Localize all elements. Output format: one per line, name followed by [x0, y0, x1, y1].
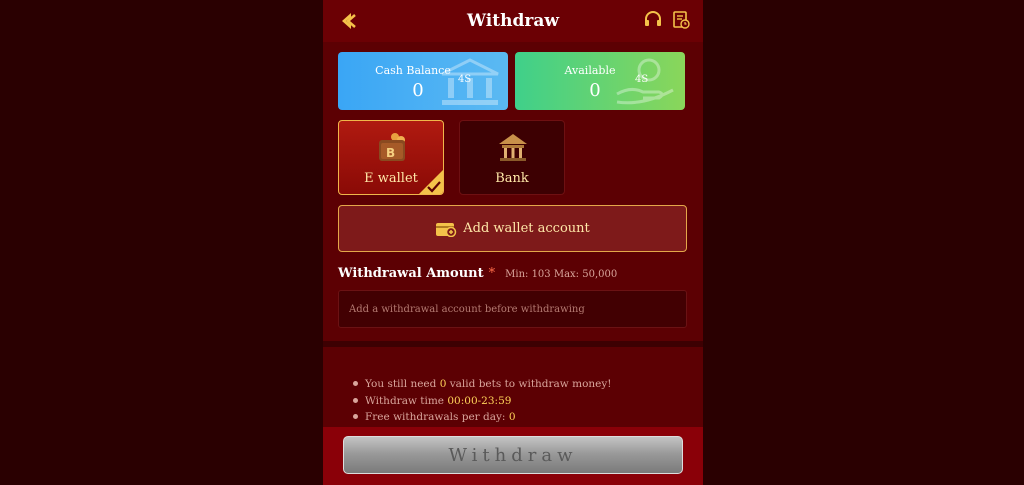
check-icon: [427, 181, 441, 193]
note-text: valid bets to withdraw money!: [446, 378, 612, 390]
withdraw-notes: You still need 0 valid bets to withdraw …: [353, 378, 612, 428]
cash-balance-value: 0: [412, 80, 424, 101]
withdraw-button[interactable]: Withdraw: [343, 436, 683, 474]
section-divider: [323, 341, 703, 347]
withdrawal-amount-label: Withdrawal Amount: [338, 266, 484, 281]
method-ewallet[interactable]: B E wallet: [338, 120, 444, 195]
amount-row: Withdrawal Amount * Min: 103 Max: 50,000: [338, 266, 617, 281]
note-withdraw-time: Withdraw time 00:00-23:59: [353, 395, 612, 412]
note-valid-bets: You still need 0 valid bets to withdraw …: [353, 378, 612, 395]
wallet-plus-icon: [436, 222, 457, 237]
add-wallet-account-button[interactable]: Add wallet account: [338, 205, 687, 252]
footer-bar: Withdraw: [323, 427, 703, 485]
note-text: You still need: [365, 378, 440, 390]
available-balance-card: Available 4S 0: [515, 52, 685, 110]
amount-limits: Min: 103 Max: 50,000: [505, 269, 618, 280]
withdraw-time-value: 00:00-23:59: [447, 394, 512, 407]
page-title: Withdraw: [467, 11, 559, 31]
cash-balance-card: Cash Balance 4S 0: [338, 52, 508, 110]
method-bank-label: Bank: [495, 171, 529, 186]
add-wallet-label: Add wallet account: [463, 221, 590, 236]
free-withdrawals-count: 0: [508, 411, 516, 423]
top-bar: Withdraw: [323, 0, 703, 42]
headset-icon[interactable]: [643, 10, 663, 30]
bitcoin-wallet-icon: B: [379, 133, 405, 161]
svg-text:B: B: [386, 146, 395, 160]
withdraw-screen: Withdraw Cash Balance 4S 0 Available 4S …: [323, 0, 703, 485]
note-text: Free withdrawals per day:: [365, 411, 509, 423]
required-marker: *: [488, 266, 496, 281]
bank-icon: [499, 134, 527, 161]
method-bank[interactable]: Bank: [459, 120, 565, 195]
available-value: 0: [589, 80, 601, 101]
withdrawal-amount-input[interactable]: [338, 290, 687, 328]
record-history-icon[interactable]: [671, 10, 691, 30]
note-text: Withdraw time: [365, 394, 448, 407]
note-free-withdrawals: Free withdrawals per day: 0: [353, 411, 612, 428]
back-arrow-icon[interactable]: [337, 10, 359, 32]
